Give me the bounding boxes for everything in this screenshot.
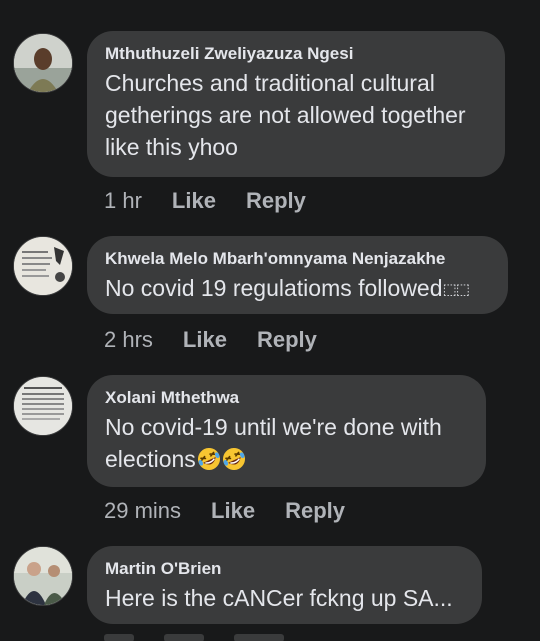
reply-button[interactable]: Reply [285, 498, 345, 524]
comment-author[interactable]: Xolani Mthethwa [105, 387, 468, 409]
comments-feed: Mthuthuzeli Zweliyazuza Ngesi Churches a… [0, 0, 540, 641]
avatar-photo [14, 377, 72, 435]
comment-actions: 2 hrs Like Reply [104, 327, 317, 353]
reply-button-partial[interactable] [234, 634, 284, 641]
comment-actions-partial [104, 634, 284, 641]
comment-timestamp[interactable]: 1 hr [104, 188, 142, 214]
comment-bubble: Xolani Mthethwa No covid-19 until we're … [87, 375, 486, 487]
rolling-on-floor-laughing-icon [222, 448, 245, 470]
comment-bubble: Khwela Melo Mbarh'omnyama Nenjazakhe No … [87, 236, 508, 314]
like-button[interactable]: Like [183, 327, 227, 353]
avatar[interactable] [13, 33, 73, 93]
comment-actions: 29 mins Like Reply [104, 498, 345, 524]
comment-text-line: No covid-19 until we're done with [105, 414, 442, 440]
like-button[interactable]: Like [172, 188, 216, 214]
comment-timestamp[interactable]: 29 mins [104, 498, 181, 524]
comment-text-line: like this yhoo [105, 134, 238, 160]
comment-bubble: Martin O'Brien Here is the cANCer fckng … [87, 546, 482, 624]
comment-timestamp-partial [104, 634, 134, 641]
comment-text-glyphs: ⬚⬚ [442, 281, 470, 298]
avatar[interactable] [13, 376, 73, 436]
rolling-on-floor-laughing-icon [197, 448, 220, 470]
comment-timestamp[interactable]: 2 hrs [104, 327, 153, 353]
comment-author[interactable]: Mthuthuzeli Zweliyazuza Ngesi [105, 43, 487, 65]
like-button-partial[interactable] [164, 634, 204, 641]
avatar-photo [14, 547, 72, 605]
comment-author[interactable]: Khwela Melo Mbarh'omnyama Nenjazakhe [105, 248, 490, 270]
avatar-photo [14, 34, 72, 92]
comment-text-line: elections [105, 446, 196, 472]
reply-button[interactable]: Reply [246, 188, 306, 214]
comment-bubble: Mthuthuzeli Zweliyazuza Ngesi Churches a… [87, 31, 505, 177]
like-button[interactable]: Like [211, 498, 255, 524]
comment-text: Churches and traditional cultural gether… [105, 67, 487, 163]
comment-text-line: getherings are not allowed together [105, 102, 466, 128]
comment-actions: 1 hr Like Reply [104, 188, 306, 214]
comment-text-body: No covid 19 regulatioms followed [105, 275, 443, 301]
reply-button[interactable]: Reply [257, 327, 317, 353]
avatar[interactable] [13, 546, 73, 606]
comment-text: No covid-19 until we're done with electi… [105, 411, 468, 475]
avatar[interactable] [13, 236, 73, 296]
comment-author[interactable]: Martin O'Brien [105, 558, 464, 580]
comment-text-line: Churches and traditional cultural [105, 70, 435, 96]
comment-text: No covid 19 regulatioms followed⬚⬚ [105, 272, 490, 306]
avatar-photo [14, 237, 72, 295]
comment-text: Here is the cANCer fckng up SA... [105, 585, 453, 611]
